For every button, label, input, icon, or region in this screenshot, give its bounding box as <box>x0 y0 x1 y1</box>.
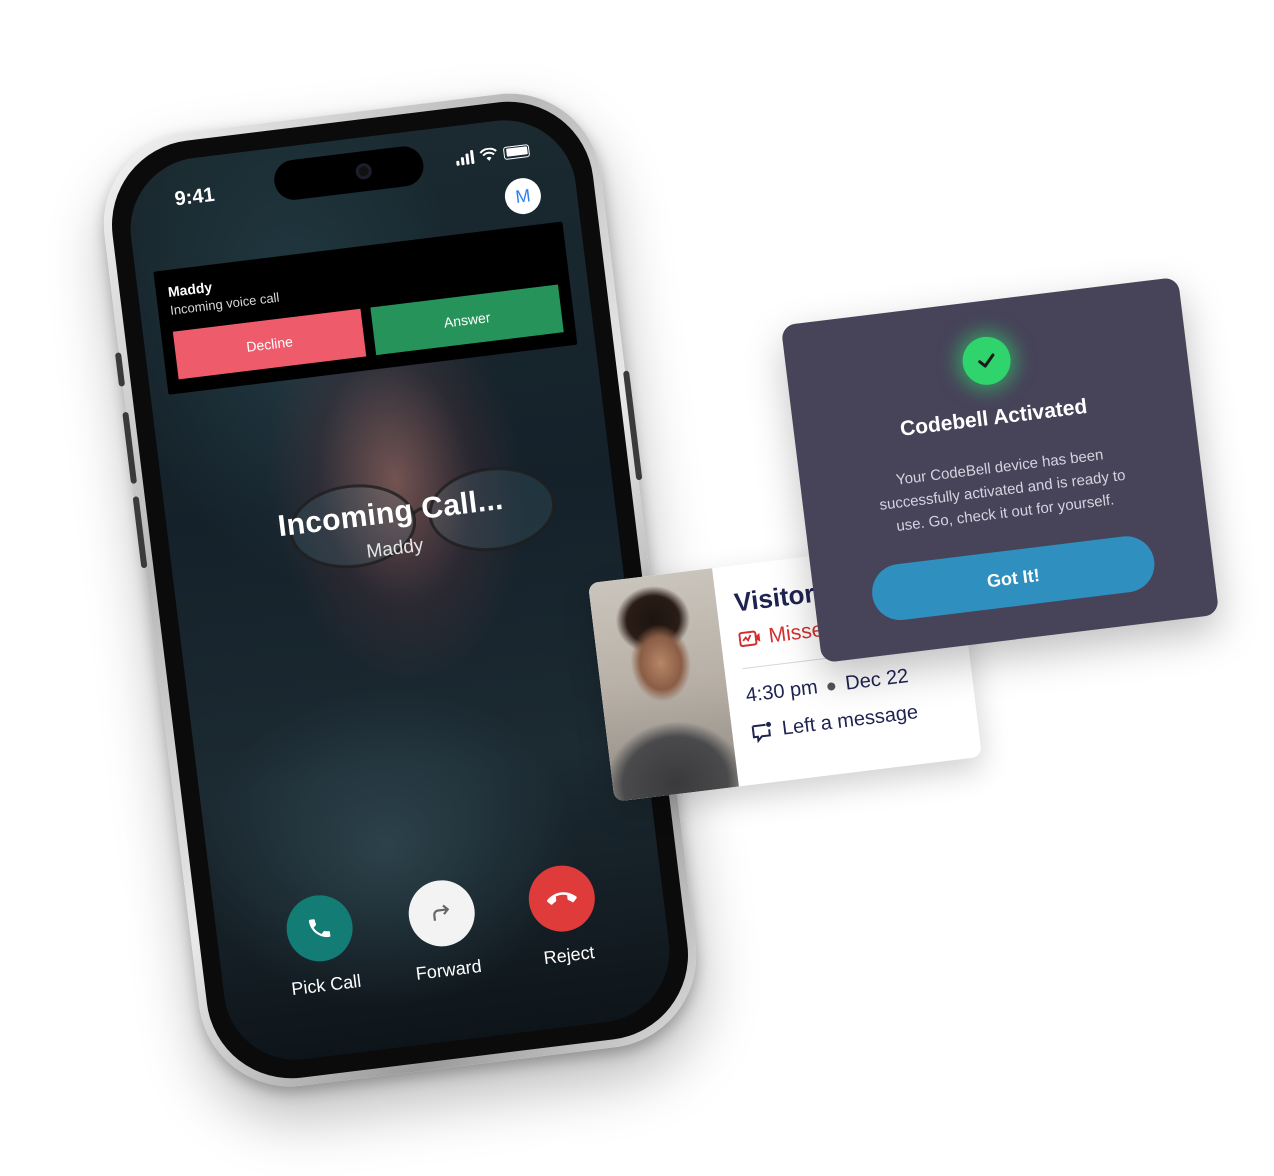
forward-button[interactable] <box>404 876 479 951</box>
dynamic-island <box>271 144 426 203</box>
action-button <box>114 352 126 387</box>
message-icon <box>751 721 771 743</box>
reject-action[interactable]: Reject <box>525 861 603 970</box>
wifi-icon <box>479 147 497 161</box>
activation-card: Codebell Activated Your CodeBell device … <box>780 276 1220 664</box>
reject-button[interactable] <box>525 861 599 936</box>
forward-arrow-icon <box>433 904 450 921</box>
check-icon <box>959 334 1014 388</box>
hang-up-icon <box>547 892 578 905</box>
missed-call-icon <box>738 630 761 647</box>
forward-action[interactable]: Forward <box>404 876 483 985</box>
pick-call-button[interactable] <box>282 891 357 966</box>
pick-call-action[interactable]: Pick Call <box>281 891 363 1000</box>
separator-dot <box>827 681 837 691</box>
status-icons <box>455 143 531 166</box>
avatar[interactable]: M <box>502 176 543 217</box>
battery-icon <box>502 143 531 160</box>
signal-icon <box>455 149 475 166</box>
call-actions: Pick Call Forward Reject <box>213 854 670 1009</box>
stage: 9:41 M Maddy Incoming voice call Decline… <box>0 0 1274 1176</box>
visitor-time: 4:30 pm <box>744 676 819 707</box>
decline-button[interactable]: Decline <box>172 308 367 380</box>
phone-icon <box>308 919 331 938</box>
got-it-button[interactable]: Got It! <box>868 533 1158 624</box>
status-time: 9:41 <box>173 183 216 211</box>
camera-icon <box>354 162 373 181</box>
visitor-message-label: Left a message <box>780 701 920 740</box>
activation-title: Codebell Activated <box>898 395 1089 441</box>
incoming-call-notification: Maddy Incoming voice call Decline Answer <box>153 221 578 395</box>
activation-description: Your CodeBell device has been successful… <box>878 446 1127 535</box>
answer-button[interactable]: Answer <box>370 284 564 356</box>
reject-label: Reject <box>542 942 596 969</box>
forward-label: Forward <box>414 955 483 984</box>
visitor-date: Dec 22 <box>844 665 910 695</box>
pick-call-label: Pick Call <box>290 970 363 1000</box>
